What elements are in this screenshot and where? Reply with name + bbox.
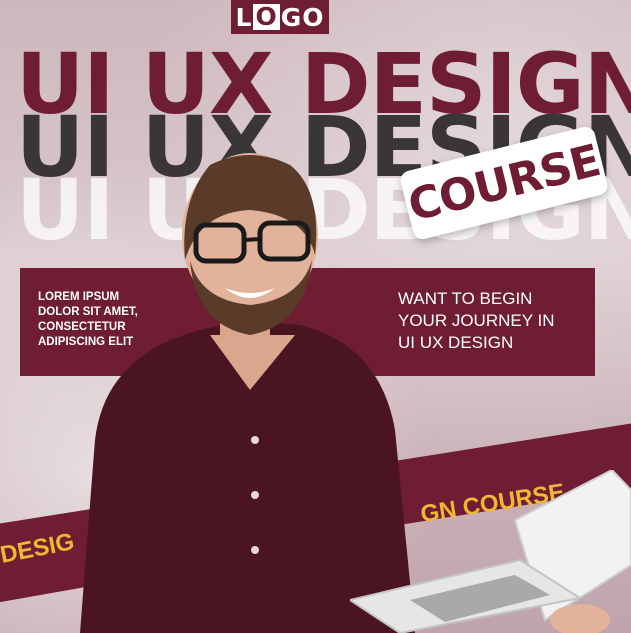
logo-letters-go: GO <box>280 2 325 32</box>
logo-letter-o: O <box>253 2 280 31</box>
logo-letter-l: L <box>235 2 253 32</box>
headline-line-1: UI UX DESIGN <box>16 35 631 133</box>
logo: L O GO <box>231 0 329 34</box>
laptop-illustration <box>350 470 631 633</box>
course-poster: L O GO UI UX DESIGN UI UX DESIGN UI UX DES… <box>0 0 631 633</box>
